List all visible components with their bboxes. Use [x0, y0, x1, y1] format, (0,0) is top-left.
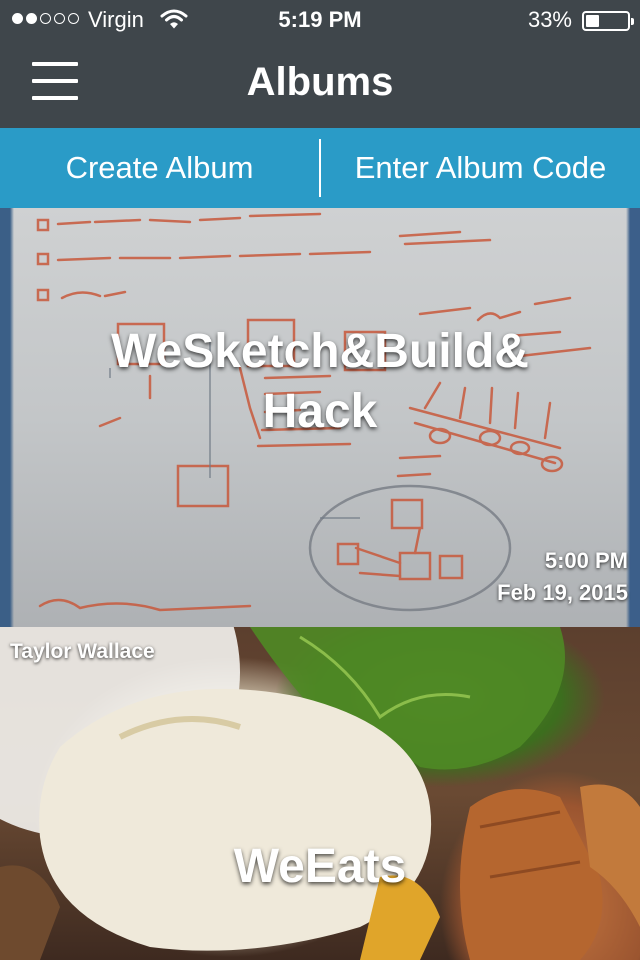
album-author: Taylor Wallace: [10, 640, 155, 663]
album-title: WeSketch&Build& Hack: [111, 325, 529, 438]
status-bar: Virgin 5:19 PM 33%: [0, 0, 640, 40]
battery-percent: 33%: [527, 7, 572, 32]
album-time: 5:00 PM: [544, 548, 628, 573]
burger-and-fries-photo: [0, 627, 640, 960]
album-date: Feb 19, 2015: [497, 580, 628, 605]
album-card-weeats[interactable]: Taylor Wallace WeEats: [0, 627, 640, 960]
navigation-bar: Albums: [0, 40, 640, 128]
album-title: WeEats: [233, 840, 407, 893]
album-action-bar: Create Album Enter Album Code: [0, 128, 640, 208]
create-album-button[interactable]: Create Album: [0, 128, 319, 208]
page-title: Albums: [246, 60, 394, 104]
enter-album-code-button[interactable]: Enter Album Code: [321, 128, 640, 208]
albums-screen: Virgin 5:19 PM 33% Albums Create Album E…: [0, 0, 640, 960]
battery-level: [586, 15, 599, 27]
battery-icon: [582, 11, 634, 31]
album-card-wesketch[interactable]: WeSketch&Build& Hack 5:00 PM Feb 19, 201…: [0, 208, 640, 627]
